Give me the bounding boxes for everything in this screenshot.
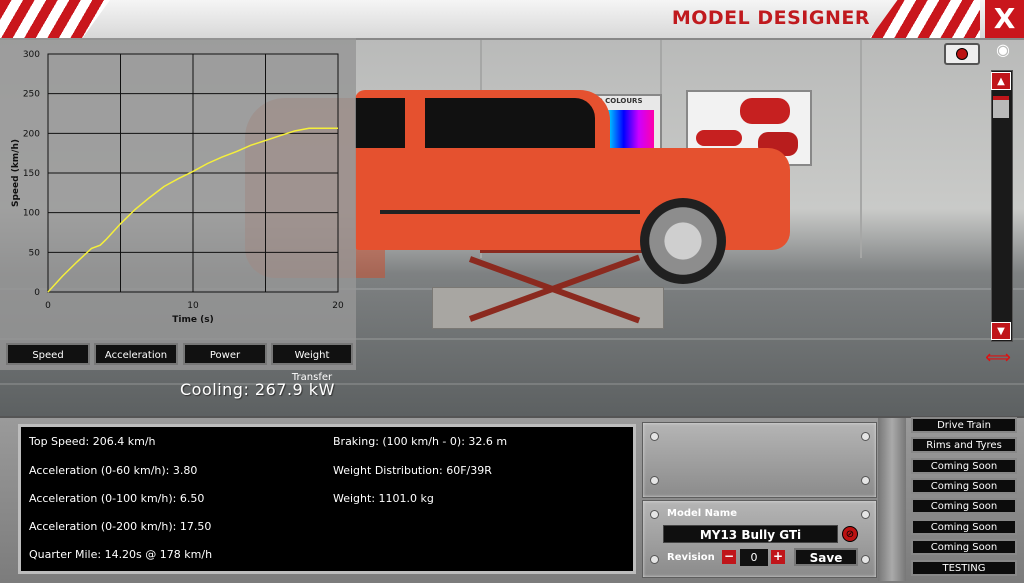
side-window xyxy=(425,98,595,150)
speed-chart: 0 50 100 150 200 250 300 0 10 20 Time (s) Speed (km… xyxy=(11,50,344,325)
tab-power[interactable]: Power xyxy=(183,343,267,365)
scroll-up-button[interactable]: ▲ xyxy=(991,72,1011,90)
menu-drive-train[interactable]: Drive Train xyxy=(911,417,1017,433)
menu-coming-soon-3[interactable]: Coming Soon xyxy=(911,498,1017,514)
scroll-down-button[interactable]: ▼ xyxy=(991,322,1011,340)
camera-icon[interactable] xyxy=(944,43,980,65)
y-tick-label: 100 xyxy=(23,209,40,219)
tab-speed[interactable]: Speed xyxy=(6,343,90,365)
floor-line xyxy=(0,383,1024,385)
revision-label: Revision xyxy=(667,552,715,563)
menu-rims-and-tyres[interactable]: Rims and Tyres xyxy=(911,437,1017,453)
body-trim xyxy=(380,210,640,214)
front-wheel xyxy=(640,198,726,284)
sketch-car xyxy=(696,130,742,146)
wall-panel xyxy=(860,38,862,258)
stats-panel: Top Speed: 206.4 km/h Acceleration (0-60… xyxy=(18,424,636,574)
y-tick-label: 200 xyxy=(23,129,40,139)
cooling-readout: Cooling: 267.9 kW xyxy=(180,380,335,399)
screw xyxy=(650,510,659,519)
y-tick-label: 250 xyxy=(23,90,40,100)
y-axis-label: Speed (km/h) xyxy=(11,139,21,207)
y-tick-label: 0 xyxy=(34,288,40,298)
rotate-icon[interactable]: ⟺ xyxy=(982,348,1014,368)
y-tick-label: 50 xyxy=(29,248,41,258)
model-name-input[interactable]: MY13 Bully GTi xyxy=(663,525,838,543)
stat-top-speed: Top Speed: 206.4 km/h xyxy=(29,435,156,448)
close-button[interactable]: X xyxy=(985,0,1024,38)
clear-name-icon[interactable]: ⊘ xyxy=(842,526,858,542)
stat-braking: Braking: (100 km/h - 0): 32.6 m xyxy=(333,435,508,448)
window-title: MODEL DESIGNER xyxy=(671,7,870,29)
scroll-thumb[interactable] xyxy=(993,96,1009,118)
menu-coming-soon-5[interactable]: Coming Soon xyxy=(911,539,1017,555)
rear-window xyxy=(355,98,405,150)
panel-divider xyxy=(878,418,906,581)
title-stripes-left xyxy=(0,0,110,38)
stat-accel-0-60: Acceleration (0-60 km/h): 3.80 xyxy=(29,464,198,477)
revision-increment-button[interactable]: + xyxy=(771,550,785,564)
title-stripes-right xyxy=(870,0,980,38)
x-tick-label: 0 xyxy=(45,301,51,311)
screw xyxy=(861,432,870,441)
tab-acceleration[interactable]: Acceleration xyxy=(94,343,178,365)
screw xyxy=(861,476,870,485)
menu-testing[interactable]: TESTING xyxy=(911,560,1017,576)
menu-coming-soon-4[interactable]: Coming Soon xyxy=(911,519,1017,535)
screw xyxy=(650,555,659,564)
sketch-car xyxy=(740,98,790,124)
y-tick-label: 150 xyxy=(23,169,40,179)
empty-plate xyxy=(642,422,877,498)
screw xyxy=(861,510,870,519)
x-tick-label: 20 xyxy=(332,301,344,311)
stat-weight-distribution: Weight Distribution: 60F/39R xyxy=(333,464,492,477)
menu-coming-soon-1[interactable]: Coming Soon xyxy=(911,458,1017,474)
x-tick-label: 10 xyxy=(187,301,199,311)
stat-accel-0-100: Acceleration (0-100 km/h): 6.50 xyxy=(29,492,205,505)
screw xyxy=(650,476,659,485)
stat-accel-0-200: Acceleration (0-200 km/h): 17.50 xyxy=(29,520,212,533)
tab-weight-transfer[interactable]: Weight Transfer xyxy=(271,343,353,383)
revision-decrement-button[interactable]: − xyxy=(722,550,736,564)
screw xyxy=(861,555,870,564)
eye-icon[interactable]: ◉ xyxy=(986,40,1020,59)
stat-weight: Weight: 1101.0 kg xyxy=(333,492,434,505)
menu-coming-soon-2[interactable]: Coming Soon xyxy=(911,478,1017,494)
stat-quarter-mile: Quarter Mile: 14.20s @ 178 km/h xyxy=(29,548,213,561)
revision-value: 0 xyxy=(740,549,768,566)
chart-tab-bar: Speed Acceleration Power Weight Transfer xyxy=(0,338,356,383)
screw xyxy=(650,432,659,441)
save-button[interactable]: Save xyxy=(794,548,858,566)
title-bar: MODEL DESIGNER X xyxy=(0,0,1024,40)
performance-chart-panel: 0 50 100 150 200 250 300 0 10 20 Time (s) Speed (km… xyxy=(0,38,356,338)
y-tick-label: 300 xyxy=(23,50,40,60)
model-name-label: Model Name xyxy=(667,508,737,519)
x-axis-label: Time (s) xyxy=(172,315,213,325)
